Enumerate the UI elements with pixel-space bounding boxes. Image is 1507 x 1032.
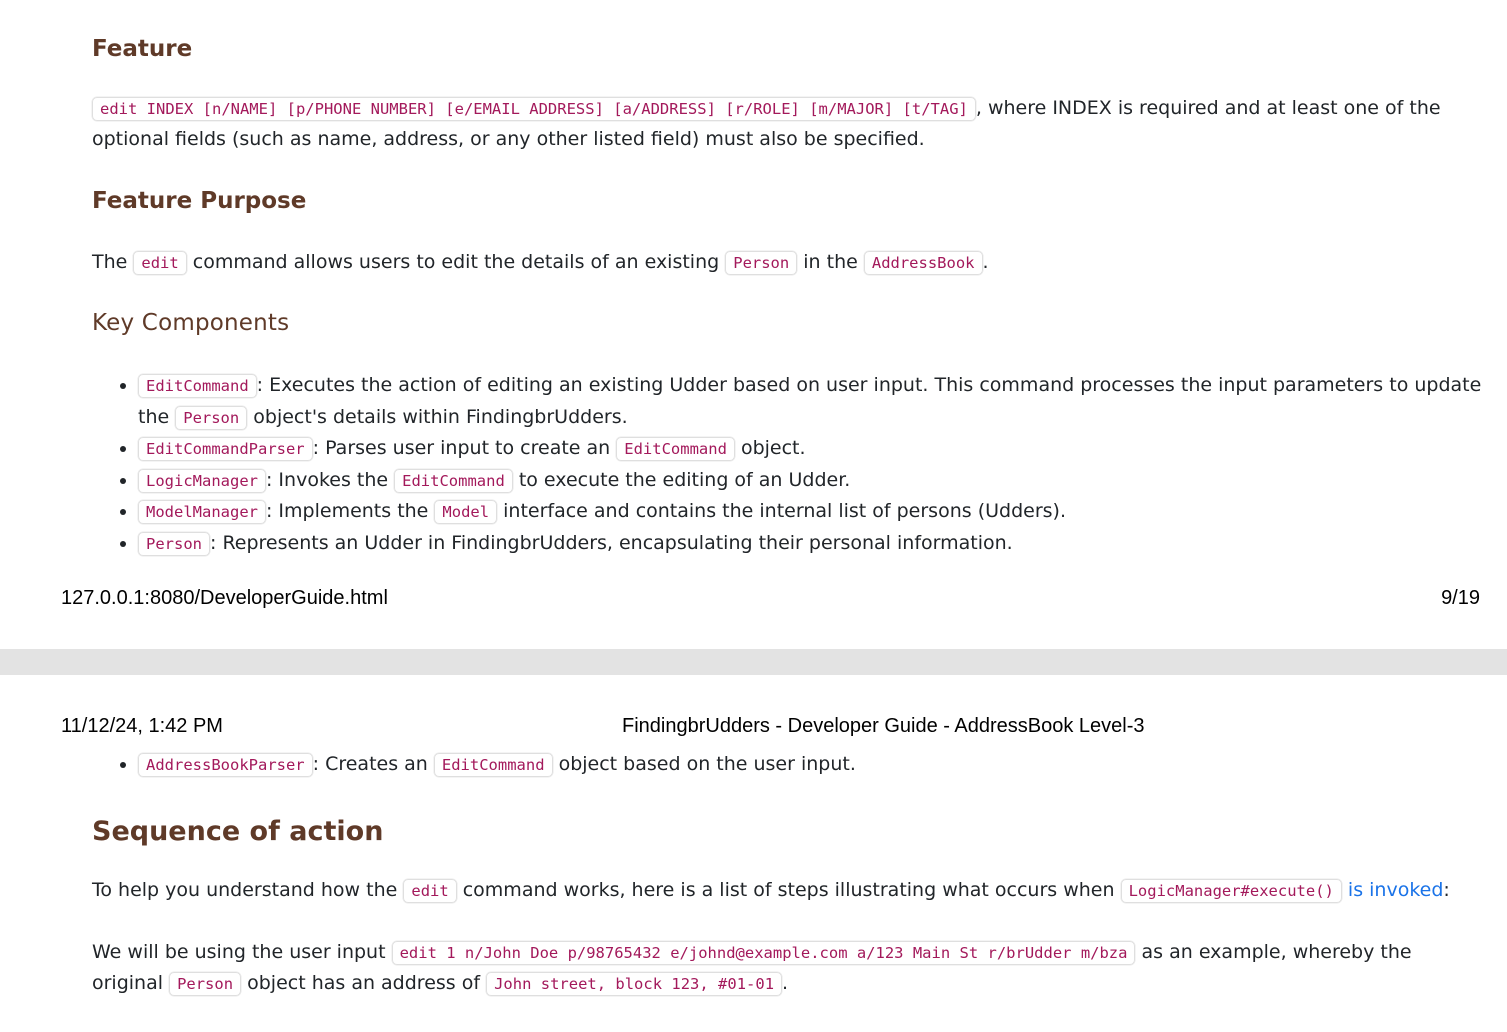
header-title: FindingbrUdders - Developer Guide - Addr… [622, 715, 1145, 737]
feature-purpose-heading: Feature Purpose [92, 188, 307, 214]
feature-purpose-paragraph: The edit command allows users to edit th… [92, 247, 1462, 278]
inline-code: EditCommand [616, 437, 735, 461]
text: We will be using the user input [92, 941, 392, 963]
text: . [982, 251, 989, 273]
sequence-of-action-heading: Sequence of action [92, 816, 384, 847]
is-invoked-link[interactable]: is invoked [1342, 879, 1444, 901]
inline-code: EditCommand [138, 374, 257, 398]
footer-url: 127.0.0.1:8080/DeveloperGuide.html [61, 587, 388, 609]
sequence-example-paragraph: We will be using the user input edit 1 n… [92, 937, 1462, 999]
inline-code: Person [175, 405, 248, 430]
feature-paragraph: edit INDEX [n/NAME] [p/PHONE NUMBER] [e/… [92, 93, 1462, 154]
text: interface and contains the internal list… [497, 500, 1066, 522]
inline-code: Person [725, 251, 798, 275]
inline-code: LogicManager [138, 468, 266, 493]
inline-code: John street, block 123, #01-01 [486, 972, 783, 996]
list-item: EditCommand: Executes the action of edit… [138, 370, 1507, 433]
text: : Parses user input to create an [312, 437, 617, 459]
text: object. [734, 437, 806, 459]
inline-code: EditCommand [433, 753, 553, 777]
inline-code: EditCommand [394, 468, 513, 493]
text: : Represents an Udder in FindingbrUdders… [210, 531, 1013, 554]
inline-code: edit [133, 251, 187, 275]
list-item: LogicManager: Invokes the EditCommand to… [138, 465, 1507, 497]
inline-code: AddressBookParser [138, 753, 313, 777]
inline-code: Model [434, 500, 498, 524]
text: : Implements the [265, 500, 435, 522]
text: command works, here is a list of steps i… [456, 879, 1121, 901]
inline-code: edit 1 n/John Doe p/98765432 e/johnd@exa… [391, 941, 1136, 965]
text: To help you understand how the [92, 879, 404, 901]
feature-heading: Feature [92, 36, 193, 62]
text: The [92, 251, 134, 273]
list-item: EditCommandParser: Parses user input to … [138, 433, 1507, 465]
inline-code: LogicManager#execute() [1120, 879, 1342, 903]
inline-code: Person [169, 972, 242, 996]
sequence-intro-paragraph: To help you understand how the edit comm… [92, 875, 1462, 906]
inline-code: EditCommandParser [138, 437, 313, 461]
text: : [1443, 879, 1450, 901]
key-components-list: EditCommand: Executes the action of edit… [92, 370, 1507, 559]
text: object has an address of [241, 972, 487, 994]
list-item: Person: Represents an Udder in Findingbr… [138, 528, 1507, 560]
pdf-page-9: Feature edit INDEX [n/NAME] [p/PHONE NUM… [0, 0, 1507, 649]
header-datetime: 11/12/24, 1:42 PM [61, 715, 223, 737]
pdf-page-10: 11/12/24, 1:42 PM FindingbrUdders - Deve… [0, 675, 1507, 1032]
text: object based on the user input. [552, 753, 856, 775]
key-components-heading: Key Components [92, 310, 290, 336]
text: command allows users to edit the details… [186, 251, 726, 273]
key-components-list-continued: AddressBookParser: Creates an EditComman… [92, 749, 1507, 780]
text: : Invokes the [265, 468, 395, 491]
feature-syntax-code: edit INDEX [n/NAME] [p/PHONE NUMBER] [e/… [92, 97, 976, 121]
inline-code: edit [403, 879, 457, 903]
text: . [782, 972, 789, 994]
text: in the [797, 251, 864, 273]
text: : Creates an [312, 753, 434, 775]
text: object's details within FindingbrUdders. [247, 405, 628, 428]
text: to execute the editing of an Udder. [512, 468, 851, 491]
inline-code: ModelManager [138, 500, 266, 524]
list-item: ModelManager: Implements the Model inter… [138, 496, 1507, 528]
list-item: AddressBookParser: Creates an EditComman… [138, 749, 1507, 780]
inline-code: AddressBook [863, 251, 983, 275]
page-separator [0, 649, 1507, 675]
inline-code: Person [138, 531, 210, 556]
footer-page-number: 9/19 [1441, 587, 1480, 609]
